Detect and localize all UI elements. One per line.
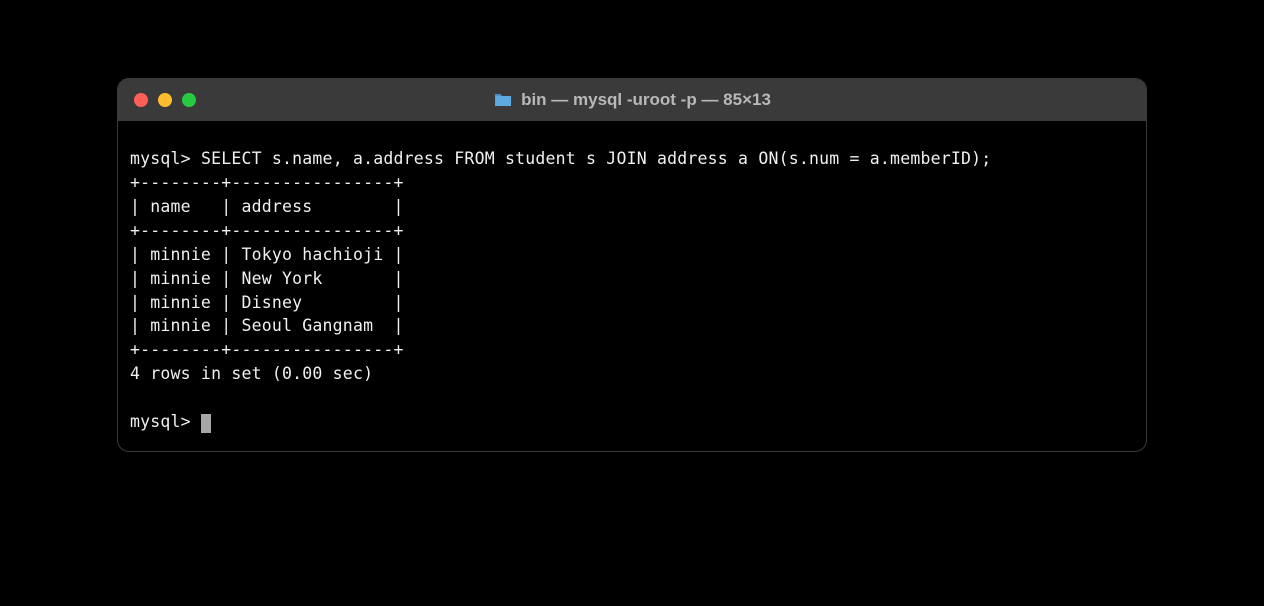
table-divider: +--------+----------------+: [130, 340, 404, 359]
folder-icon: [493, 92, 513, 108]
window-title-text: bin — mysql -uroot -p — 85×13: [521, 90, 771, 110]
close-button[interactable]: [134, 93, 148, 107]
result-status: 4 rows in set (0.00 sec): [130, 364, 373, 383]
table-header: | name | address |: [130, 197, 404, 216]
table-divider: +--------+----------------+: [130, 173, 404, 192]
minimize-button[interactable]: [158, 93, 172, 107]
table-divider: +--------+----------------+: [130, 221, 404, 240]
prompt: mysql>: [130, 149, 191, 168]
table-row: | minnie | Tokyo hachioji |: [130, 245, 404, 264]
window-titlebar: bin — mysql -uroot -p — 85×13: [118, 79, 1146, 121]
maximize-button[interactable]: [182, 93, 196, 107]
window-title: bin — mysql -uroot -p — 85×13: [493, 90, 771, 110]
traffic-lights: [134, 93, 196, 107]
cursor: [201, 414, 211, 433]
terminal-body[interactable]: mysql> SELECT s.name, a.address FROM stu…: [118, 121, 1146, 451]
table-row: | minnie | New York |: [130, 269, 404, 288]
terminal-window: bin — mysql -uroot -p — 85×13 mysql> SEL…: [117, 78, 1147, 452]
sql-query: SELECT s.name, a.address FROM student s …: [201, 149, 991, 168]
prompt: mysql>: [130, 412, 201, 431]
table-row: | minnie | Seoul Gangnam |: [130, 316, 404, 335]
table-row: | minnie | Disney |: [130, 293, 404, 312]
